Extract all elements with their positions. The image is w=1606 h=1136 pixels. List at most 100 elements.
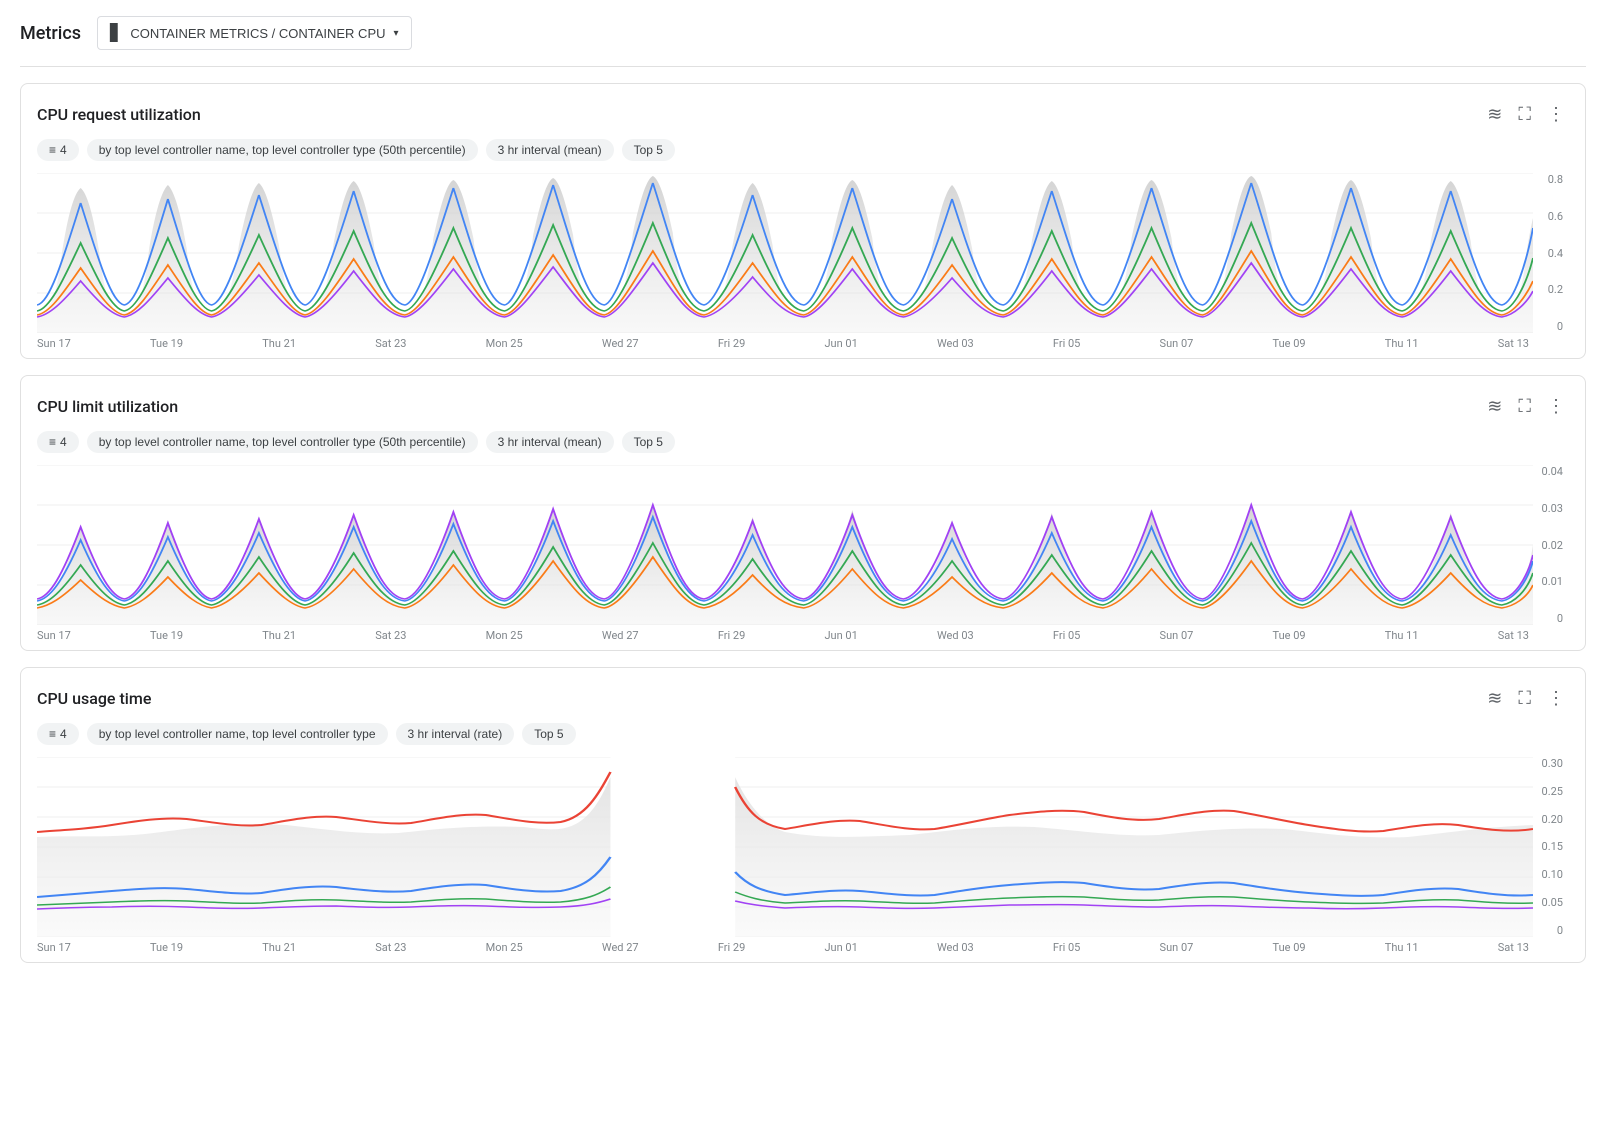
- chart-svg-1: [37, 173, 1533, 333]
- filter-label-chip-2[interactable]: by top level controller name, top level …: [87, 431, 478, 453]
- x-label-1-5: Mon 25: [486, 337, 523, 350]
- more-button-1[interactable]: ⋮: [1543, 100, 1569, 129]
- top-label-3: Top 5: [534, 727, 563, 741]
- filter-label-chip-1[interactable]: by top level controller name, top level …: [87, 139, 478, 161]
- chart-title-1: CPU request utilization: [37, 105, 201, 124]
- interval-chip-1[interactable]: 3 hr interval (mean): [486, 139, 614, 161]
- filter-count-chip-3[interactable]: ≡ 4: [37, 723, 79, 745]
- legend-button-2[interactable]: ≋: [1483, 392, 1506, 421]
- y-label-3-7: 0.30: [1542, 757, 1563, 770]
- x-label-3-5: Mon 25: [486, 941, 523, 954]
- x-label-2-14: Sat 13: [1498, 629, 1529, 642]
- x-axis-3: Sun 17 Tue 19 Thu 21 Sat 23 Mon 25 Wed 2…: [37, 937, 1529, 954]
- top-chip-2[interactable]: Top 5: [622, 431, 675, 453]
- y-label-2-3: 0.02: [1542, 539, 1563, 552]
- page-title: Metrics: [20, 23, 81, 44]
- chart-area-1: 0.8 0.6 0.4 0.2 0 Sun 17 Tue 19 Thu 21 S…: [37, 173, 1569, 350]
- cpu-usage-panel: CPU usage time ≋ ⛶ ⋮ ≡ 4 by top level co…: [20, 667, 1586, 963]
- filter-bar-3: ≡ 4 by top level controller name, top le…: [37, 723, 1569, 745]
- x-label-2-3: Thu 21: [262, 629, 296, 642]
- interval-label-2: 3 hr interval (mean): [498, 435, 602, 449]
- chart-header-3: CPU usage time ≋ ⛶ ⋮: [37, 684, 1569, 713]
- x-label-3-3: Thu 21: [262, 941, 296, 954]
- x-label-3-1: Sun 17: [37, 941, 71, 954]
- y-label-2-5: 0.04: [1542, 465, 1563, 478]
- top-chip-1[interactable]: Top 5: [622, 139, 675, 161]
- x-label-3-10: Fri 05: [1053, 941, 1080, 954]
- x-label-1-6: Wed 27: [602, 337, 639, 350]
- page-container: Metrics ▋ CONTAINER METRICS / CONTAINER …: [0, 0, 1606, 995]
- x-label-2-9: Wed 03: [937, 629, 974, 642]
- x-label-3-6: Wed 27: [602, 941, 639, 954]
- chart-area-2: 0.04 0.03 0.02 0.01 0 Sun 17 Tue 19 Thu …: [37, 465, 1569, 642]
- chart-plot-1: [37, 173, 1533, 333]
- chart-header-2: CPU limit utilization ≋ ⛶ ⋮: [37, 392, 1569, 421]
- more-button-3[interactable]: ⋮: [1543, 684, 1569, 713]
- x-label-3-8: Jun 01: [824, 941, 857, 954]
- y-label-3-4: 0.15: [1542, 840, 1563, 853]
- x-label-3-14: Sat 13: [1498, 941, 1529, 954]
- x-label-2-4: Sat 23: [375, 629, 406, 642]
- interval-chip-3[interactable]: 3 hr interval (rate): [396, 723, 515, 745]
- x-label-1-10: Fri 05: [1053, 337, 1080, 350]
- legend-button-3[interactable]: ≋: [1483, 684, 1506, 713]
- x-label-2-13: Thu 11: [1385, 629, 1419, 642]
- x-label-1-7: Fri 29: [718, 337, 745, 350]
- chart-svg-2: [37, 465, 1533, 625]
- breadcrumb-label: CONTAINER METRICS / CONTAINER CPU: [130, 26, 385, 41]
- x-label-2-11: Sun 07: [1160, 629, 1194, 642]
- more-button-2[interactable]: ⋮: [1543, 392, 1569, 421]
- x-label-3-4: Sat 23: [375, 941, 406, 954]
- y-axis-1: 0.8 0.6 0.4 0.2 0: [1533, 173, 1569, 333]
- breadcrumb-button[interactable]: ▋ CONTAINER METRICS / CONTAINER CPU ▾: [97, 16, 412, 50]
- legend-button-1[interactable]: ≋: [1483, 100, 1506, 129]
- y-label-2-4: 0.03: [1542, 502, 1563, 515]
- x-label-3-12: Tue 09: [1273, 941, 1306, 954]
- expand-button-1[interactable]: ⛶: [1514, 100, 1535, 129]
- x-label-1-4: Sat 23: [375, 337, 406, 350]
- chart-icon: ▋: [110, 23, 122, 43]
- x-label-2-12: Tue 09: [1273, 629, 1306, 642]
- x-label-1-1: Sun 17: [37, 337, 71, 350]
- y-label-2-1: 0: [1557, 612, 1563, 625]
- filter-icon-1: ≡: [49, 143, 56, 157]
- x-label-2-1: Sun 17: [37, 629, 71, 642]
- y-axis-2: 0.04 0.03 0.02 0.01 0: [1533, 465, 1569, 625]
- x-label-3-2: Tue 19: [150, 941, 183, 954]
- x-label-1-8: Jun 01: [824, 337, 857, 350]
- chart-actions-2: ≋ ⛶ ⋮: [1483, 392, 1569, 421]
- filter-label-chip-3[interactable]: by top level controller name, top level …: [87, 723, 388, 745]
- top-chip-3[interactable]: Top 5: [522, 723, 575, 745]
- cpu-limit-panel: CPU limit utilization ≋ ⛶ ⋮ ≡ 4 by top l…: [20, 375, 1586, 651]
- filter-label-2: by top level controller name, top level …: [99, 435, 466, 449]
- y-label-3-3: 0.10: [1542, 868, 1563, 881]
- caret-icon: ▾: [394, 28, 399, 39]
- top-label-1: Top 5: [634, 143, 663, 157]
- expand-button-3[interactable]: ⛶: [1514, 684, 1535, 713]
- interval-chip-2[interactable]: 3 hr interval (mean): [486, 431, 614, 453]
- chart-actions-1: ≋ ⛶ ⋮: [1483, 100, 1569, 129]
- y-label-2-2: 0.01: [1542, 575, 1563, 588]
- y-label-1-5: 0.8: [1548, 173, 1563, 186]
- y-label-1-4: 0.6: [1548, 210, 1563, 223]
- x-label-3-7: Fri 29: [718, 941, 745, 954]
- x-axis-1: Sun 17 Tue 19 Thu 21 Sat 23 Mon 25 Wed 2…: [37, 333, 1529, 350]
- y-label-1-1: 0: [1557, 320, 1563, 333]
- expand-button-2[interactable]: ⛶: [1514, 392, 1535, 421]
- x-label-2-8: Jun 01: [824, 629, 857, 642]
- filter-count-chip-1[interactable]: ≡ 4: [37, 139, 79, 161]
- filter-count-chip-2[interactable]: ≡ 4: [37, 431, 79, 453]
- y-axis-3: 0.30 0.25 0.20 0.15 0.10 0.05 0: [1533, 757, 1569, 937]
- x-label-3-13: Thu 11: [1385, 941, 1419, 954]
- chart-title-3: CPU usage time: [37, 689, 151, 708]
- chart-header-1: CPU request utilization ≋ ⛶ ⋮: [37, 100, 1569, 129]
- filter-count-2: 4: [60, 435, 67, 449]
- y-label-3-6: 0.25: [1542, 785, 1563, 798]
- x-label-2-6: Wed 27: [602, 629, 639, 642]
- x-label-2-5: Mon 25: [486, 629, 523, 642]
- filter-label-1: by top level controller name, top level …: [99, 143, 466, 157]
- top-bar: Metrics ▋ CONTAINER METRICS / CONTAINER …: [20, 16, 1586, 67]
- chart-title-2: CPU limit utilization: [37, 397, 178, 416]
- y-label-3-2: 0.05: [1542, 896, 1563, 909]
- chart-svg-3: [37, 757, 1533, 937]
